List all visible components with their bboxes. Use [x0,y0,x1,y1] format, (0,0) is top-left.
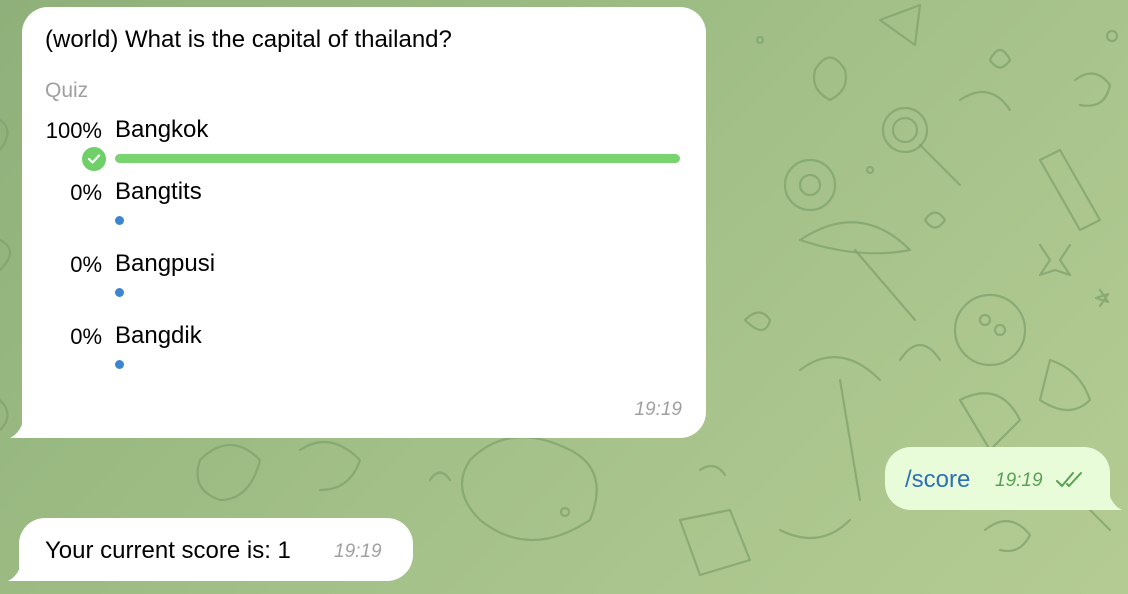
double-check-icon [1056,472,1082,487]
message-timestamp: 19:19 [995,470,1043,491]
command-link[interactable]: /score [905,466,970,494]
outgoing-message: /score 19:19 [885,447,1110,510]
option-result-bar [115,154,680,163]
message-timestamp: 19:19 [634,399,682,420]
message-timestamp: 19:19 [334,541,382,562]
bubble-tail [1100,488,1122,510]
option-percent: 0% [70,324,102,349]
option-result-dot [115,360,124,369]
option-label: Bangdik [115,322,202,349]
option-result-dot [115,288,124,297]
option-label: Bangtits [115,178,202,205]
option-percent: 0% [70,180,102,205]
option-percent: 100% [45,118,102,143]
option-percent: 0% [70,252,102,277]
quiz-poll-message: (world) What is the capital of thailand?… [22,7,706,438]
chat-background: (world) What is the capital of thailand?… [0,0,1128,594]
reply-text: Your current score is: 1 [45,537,291,564]
poll-question: (world) What is the capital of thailand? [45,26,452,53]
option-label: Bangpusi [115,250,216,277]
bot-reply-message: Your current score is: 1 19:19 [19,518,413,581]
bubble-tail [8,559,30,581]
option-result-dot [115,216,124,225]
option-label: Bangkok [115,116,209,143]
poll-type-label: Quiz [45,79,89,102]
correct-check-icon [82,147,106,171]
bubble-tail [10,416,32,438]
